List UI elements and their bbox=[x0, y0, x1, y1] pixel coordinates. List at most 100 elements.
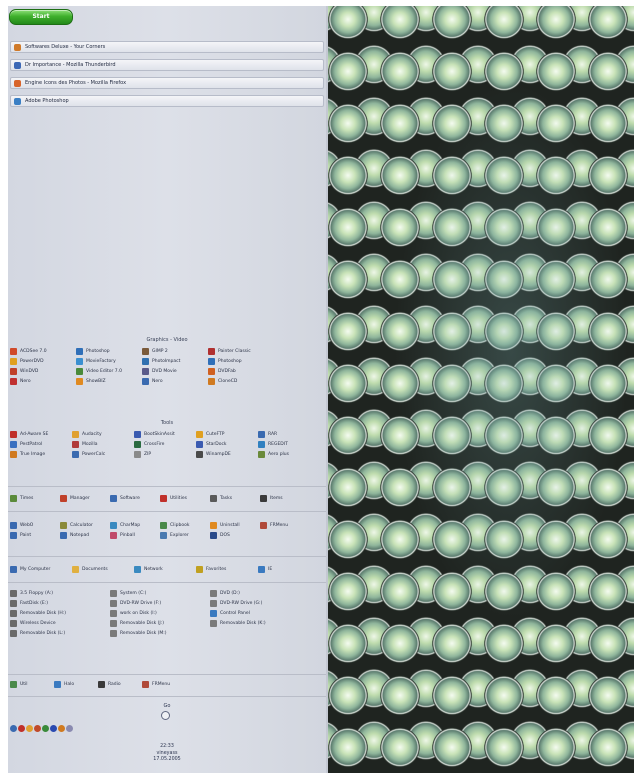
launcher-item-frmenu[interactable]: FRMenu bbox=[142, 680, 186, 688]
launcher-item-removable-disk-k[interactable]: Removable Disk (K:) bbox=[210, 619, 310, 627]
taskbar-button[interactable]: Engine Icons des Photos - Mozilla Firefo… bbox=[10, 77, 324, 89]
launcher-item-dos[interactable]: DOS bbox=[210, 531, 260, 539]
launcher-item-wireless-device[interactable]: Wireless Device bbox=[10, 619, 110, 627]
taskbar-button[interactable]: Dr Importance - Mozilla Thunderbird bbox=[10, 59, 324, 71]
clock[interactable]: 22:33 vineyass 17.05.2005 bbox=[8, 744, 326, 764]
painter-classic-icon bbox=[208, 347, 215, 355]
launcher-row: 3.5 Floppy (A:) System (C:) DVD (D:) bbox=[10, 588, 322, 598]
tray-2-icon[interactable] bbox=[18, 725, 25, 732]
launcher-item-dvd-d[interactable]: DVD (D:) bbox=[210, 589, 310, 597]
launcher-item-webo[interactable]: WebO bbox=[10, 521, 60, 529]
launcher-item-removable-disk-l[interactable]: Removable Disk (L:) bbox=[10, 629, 110, 637]
tray-3-icon[interactable] bbox=[26, 725, 33, 732]
launcher-item-gimp-2[interactable]: GIMP 2 bbox=[142, 347, 208, 355]
launcher-item-times[interactable]: Times bbox=[10, 494, 60, 502]
launcher-item-winampde[interactable]: WinampDE bbox=[196, 450, 258, 458]
tray-6-icon[interactable] bbox=[50, 725, 57, 732]
launcher-item-util[interactable]: Util bbox=[10, 680, 54, 688]
launcher-item-halo[interactable]: Halo bbox=[54, 680, 98, 688]
launcher-item-fastdisk-e[interactable]: FastDisk (E:) bbox=[10, 599, 110, 607]
launcher-item-paint[interactable]: Paint bbox=[10, 531, 60, 539]
launcher-item-software[interactable]: Software bbox=[110, 494, 160, 502]
launcher-item-mozilla[interactable]: Mozilla bbox=[72, 440, 134, 448]
launcher-item-radio[interactable]: Radio bbox=[98, 680, 142, 688]
launcher-item-stardock[interactable]: StarDock bbox=[196, 440, 258, 448]
launcher-item-rar[interactable]: RAR bbox=[258, 430, 320, 438]
launcher-item-crossfire[interactable]: CrossFire bbox=[134, 440, 196, 448]
acdsee-7-0-icon bbox=[10, 347, 17, 355]
launcher-item-frmenu[interactable]: FRMenu bbox=[260, 521, 310, 529]
launcher-item-clipbook[interactable]: Clipbook bbox=[160, 521, 210, 529]
showbiz-icon bbox=[76, 377, 83, 385]
launcher-item-regedit[interactable]: REGEDIT bbox=[258, 440, 320, 448]
clonecd-icon bbox=[208, 377, 215, 385]
launcher-item-charmap[interactable]: CharMap bbox=[110, 521, 160, 529]
launcher-item-dvd-movie[interactable]: DVD Movie bbox=[142, 367, 208, 375]
launcher-item-photoimpact[interactable]: PhotoImpact bbox=[142, 357, 208, 365]
launcher-item-notepad[interactable]: Notepad bbox=[60, 531, 110, 539]
launcher-item-uninstall[interactable]: Uninstall bbox=[210, 521, 260, 529]
launcher-item-3-5-floppy-a[interactable]: 3.5 Floppy (A:) bbox=[10, 589, 110, 597]
launcher-item-network[interactable]: Network bbox=[134, 565, 196, 573]
launcher-item-label: IE bbox=[268, 566, 273, 572]
launcher-item-acdsee-7-0[interactable]: ACDSee 7.0 bbox=[10, 347, 76, 355]
launcher-item-removable-disk-m[interactable]: Removable Disk (M:) bbox=[110, 629, 210, 637]
launcher-item-pestpatrol[interactable]: PestPatrol bbox=[10, 440, 72, 448]
launcher-item-audacity[interactable]: Audacity bbox=[72, 430, 134, 438]
launcher-item-bootskinassit[interactable]: BootSkinAssit bbox=[134, 430, 196, 438]
launcher-item-removable-disk-j[interactable]: Removable Disk (J:) bbox=[110, 619, 210, 627]
launcher-item-pinball[interactable]: Pinball bbox=[110, 531, 160, 539]
launcher-item-nero[interactable]: Nero bbox=[142, 377, 208, 385]
launcher-item-removable-disk-h[interactable]: Removable Disk (H:) bbox=[10, 609, 110, 617]
launcher-item-label: Painter Classic bbox=[218, 348, 251, 354]
tray-8-icon[interactable] bbox=[66, 725, 73, 732]
webo-icon bbox=[10, 521, 17, 529]
launcher-item-powercalc[interactable]: PowerCalc bbox=[72, 450, 134, 458]
launcher-item-favorites[interactable]: Favorites bbox=[196, 565, 258, 573]
launcher-item-dvd-rw-drive-f[interactable]: DVD-RW Drive (F:) bbox=[110, 599, 210, 607]
launcher-item-system-c[interactable]: System (C:) bbox=[110, 589, 210, 597]
launcher-item-photoshop[interactable]: Photoshop bbox=[208, 357, 274, 365]
launcher-item-label: PestPatrol bbox=[20, 441, 43, 447]
launcher-item-cuteftp[interactable]: CuteFTP bbox=[196, 430, 258, 438]
launcher-item-photoshop[interactable]: Photoshop bbox=[76, 347, 142, 355]
ad-aware-se-icon bbox=[10, 430, 17, 438]
tray-7-icon[interactable] bbox=[58, 725, 65, 732]
divider bbox=[8, 582, 326, 583]
launcher-item-painter-classic[interactable]: Painter Classic bbox=[208, 347, 274, 355]
tray-5-icon[interactable] bbox=[42, 725, 49, 732]
launcher-item-showbiz[interactable]: ShowBIZ bbox=[76, 377, 142, 385]
launcher-item-clonecd[interactable]: CloneCD bbox=[208, 377, 274, 385]
tray-4-icon[interactable] bbox=[34, 725, 41, 732]
launcher-item-manager[interactable]: Manager bbox=[60, 494, 110, 502]
launcher-item-ie[interactable]: IE bbox=[258, 565, 320, 573]
launcher-item-dvdfab[interactable]: DVDFab bbox=[208, 367, 274, 375]
taskbar-button[interactable]: Adobe Photoshop bbox=[10, 95, 324, 107]
tray-1-icon[interactable] bbox=[10, 725, 17, 732]
launcher-item-windvd[interactable]: WinDVD bbox=[10, 367, 76, 375]
launcher-item-documents[interactable]: Documents bbox=[72, 565, 134, 573]
launcher-item-nero[interactable]: Nero bbox=[10, 377, 76, 385]
launcher-item-items[interactable]: Items bbox=[260, 494, 310, 502]
launcher-item-video-editor-7-0[interactable]: Video Editor 7.0 bbox=[76, 367, 142, 375]
launcher-item-tasks[interactable]: Tasks bbox=[210, 494, 260, 502]
search-icon[interactable] bbox=[161, 711, 170, 720]
launcher-item-label: REGEDIT bbox=[268, 441, 288, 447]
launcher-item-work-on-disk-i[interactable]: work on Disk (I:) bbox=[110, 609, 210, 617]
launcher-item-my-computer[interactable]: My Computer bbox=[10, 565, 72, 573]
start-button[interactable]: Start bbox=[9, 9, 73, 25]
taskbar-button[interactable]: Softwares Deluxe - Your Corners bbox=[10, 41, 324, 53]
launcher-item-explorer[interactable]: Explorer bbox=[160, 531, 210, 539]
launcher-item-powerdvd[interactable]: PowerDVD bbox=[10, 357, 76, 365]
launcher-item-ad-aware-se[interactable]: Ad-Aware SE bbox=[10, 430, 72, 438]
launcher-item-calculator[interactable]: Calculator bbox=[60, 521, 110, 529]
launcher-item-utilities[interactable]: Utilities bbox=[160, 494, 210, 502]
taskbar-button-label: Dr Importance - Mozilla Thunderbird bbox=[25, 62, 116, 68]
launcher-item-moviefactory[interactable]: MovieFactory bbox=[76, 357, 142, 365]
launcher-item-true-image[interactable]: True Image bbox=[10, 450, 72, 458]
launcher-item-label: Paint bbox=[20, 532, 32, 538]
launcher-item-aero-plus[interactable]: Aero plus bbox=[258, 450, 320, 458]
launcher-item-zip[interactable]: ZIP bbox=[134, 450, 196, 458]
launcher-item-dvd-rw-drive-g[interactable]: DVD-RW Drive (G:) bbox=[210, 599, 310, 607]
launcher-item-control-panel[interactable]: Control Panel bbox=[210, 609, 310, 617]
